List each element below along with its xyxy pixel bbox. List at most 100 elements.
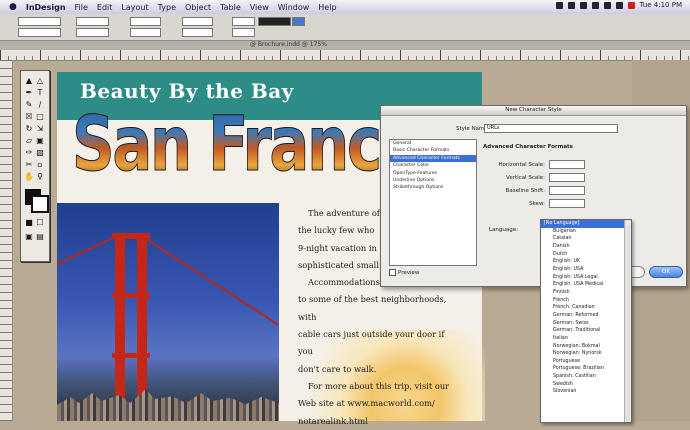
baseline-shift-field[interactable] bbox=[232, 17, 255, 26]
apply-color-icon[interactable]: ■ bbox=[24, 217, 34, 227]
scissors-tool-icon[interactable]: ✂ bbox=[24, 159, 34, 169]
language-dropdown[interactable]: [No Language] Bulgarian Catalan Danish D… bbox=[540, 219, 632, 423]
menu-file[interactable]: File bbox=[75, 3, 88, 12]
hand-tool-icon[interactable]: ✋ bbox=[24, 171, 34, 181]
language-option[interactable]: German: Reformed bbox=[541, 312, 631, 320]
menu-edit[interactable]: Edit bbox=[97, 3, 113, 12]
language-option[interactable]: Italian bbox=[541, 335, 631, 343]
category-character-color[interactable]: Character Color bbox=[390, 162, 476, 169]
checkbox-box[interactable] bbox=[389, 269, 396, 276]
tracking-field[interactable] bbox=[130, 28, 161, 37]
language-option[interactable]: Bulgarian bbox=[541, 228, 631, 236]
selection-tool-icon[interactable]: ▲ bbox=[24, 75, 34, 85]
dialog-title[interactable]: New Character Style bbox=[381, 106, 686, 116]
font-size-field[interactable] bbox=[76, 17, 109, 26]
rectangle-tool-icon[interactable]: □ bbox=[35, 111, 45, 121]
language-option[interactable]: English: UK bbox=[541, 258, 631, 266]
baseline-shift-input[interactable] bbox=[549, 186, 585, 195]
horizontal-scale-input[interactable] bbox=[549, 160, 585, 169]
language-option[interactable]: Catalan bbox=[541, 235, 631, 243]
pencil-tool-icon[interactable]: ✎ bbox=[24, 99, 34, 109]
category-list[interactable]: General Basic Character Formats Advanced… bbox=[389, 139, 477, 266]
language-option[interactable]: Danish bbox=[541, 243, 631, 251]
free-transform-tool-icon[interactable]: ▣ bbox=[35, 135, 45, 145]
status-icon[interactable] bbox=[603, 1, 611, 9]
swatch-icon[interactable] bbox=[292, 17, 305, 26]
zoom-tool-icon[interactable]: ⚲ bbox=[35, 171, 45, 181]
language-option[interactable]: Spanish: Castilian bbox=[541, 373, 631, 381]
menu-type[interactable]: Type bbox=[158, 3, 176, 12]
menu-layout[interactable]: Layout bbox=[121, 3, 148, 12]
menu-help[interactable]: Help bbox=[318, 3, 336, 12]
horizontal-ruler[interactable] bbox=[0, 50, 690, 61]
stroke-weight-field[interactable] bbox=[258, 17, 291, 26]
leading-field[interactable] bbox=[76, 28, 109, 37]
preview-view-icon[interactable]: ▤ bbox=[35, 231, 45, 241]
language-option[interactable]: Slovenian bbox=[541, 388, 631, 396]
shear-tool-icon[interactable]: ▱ bbox=[24, 135, 34, 145]
language-option[interactable]: Norwegian: Nynorsk bbox=[541, 350, 631, 358]
category-underline-options[interactable]: Underline Options bbox=[390, 177, 476, 184]
button-tool-icon[interactable]: ▫ bbox=[35, 159, 45, 169]
menu-indesign[interactable]: InDesign bbox=[26, 3, 66, 12]
status-icon[interactable] bbox=[567, 1, 575, 9]
status-icon[interactable] bbox=[555, 1, 563, 9]
font-family-field[interactable] bbox=[18, 17, 61, 26]
pen-tool-icon[interactable]: ✒ bbox=[24, 87, 34, 97]
menu-object[interactable]: Object bbox=[185, 3, 211, 12]
menu-view[interactable]: View bbox=[250, 3, 269, 12]
apply-none-icon[interactable]: ☐ bbox=[35, 217, 45, 227]
clock[interactable]: Tue 4:10 PM bbox=[640, 1, 682, 9]
skew-input[interactable] bbox=[549, 199, 585, 208]
ok-button[interactable]: OK bbox=[649, 266, 683, 278]
rotate-tool-icon[interactable]: ↻ bbox=[24, 123, 34, 133]
status-icon[interactable] bbox=[591, 1, 599, 9]
direct-selection-tool-icon[interactable]: △ bbox=[35, 75, 45, 85]
skew-field[interactable] bbox=[232, 28, 255, 37]
vertical-scale-input[interactable] bbox=[549, 173, 585, 182]
stroke-swatch-icon[interactable] bbox=[31, 195, 49, 213]
kerning-field[interactable] bbox=[130, 17, 161, 26]
horizontal-scale-field[interactable] bbox=[182, 28, 213, 37]
menu-table[interactable]: Table bbox=[220, 3, 241, 12]
golden-gate-photo[interactable] bbox=[57, 203, 279, 421]
language-option[interactable]: French: Canadian bbox=[541, 304, 631, 312]
category-advanced-character-formats[interactable]: Advanced Character Formats bbox=[390, 154, 476, 163]
language-option[interactable]: German: Traditional bbox=[541, 327, 631, 335]
font-style-field[interactable] bbox=[18, 28, 61, 37]
language-option[interactable]: French bbox=[541, 297, 631, 305]
category-general[interactable]: General bbox=[390, 140, 476, 147]
volume-icon[interactable] bbox=[627, 1, 635, 9]
language-option[interactable]: Portuguese: Brazilian bbox=[541, 365, 631, 373]
normal-view-icon[interactable]: ▣ bbox=[24, 231, 34, 241]
language-option[interactable]: Swedish bbox=[541, 381, 631, 389]
language-option[interactable]: German: Swiss bbox=[541, 320, 631, 328]
rectangle-frame-tool-icon[interactable]: ☒ bbox=[24, 111, 34, 121]
gradient-tool-icon[interactable]: ▨ bbox=[35, 147, 45, 157]
preview-checkbox[interactable]: Preview bbox=[389, 269, 419, 276]
scale-tool-icon[interactable]: ⇲ bbox=[35, 123, 45, 133]
language-option[interactable]: Finnish bbox=[541, 289, 631, 297]
style-name-input[interactable]: URLs bbox=[484, 124, 618, 133]
language-option[interactable]: English: USA Medical bbox=[541, 281, 631, 289]
status-icon[interactable] bbox=[615, 1, 623, 9]
language-option[interactable]: Norwegian: Bokmal bbox=[541, 343, 631, 351]
category-strikethrough-options[interactable]: Strikethrough Options bbox=[390, 184, 476, 191]
menu-window[interactable]: Window bbox=[278, 3, 310, 12]
type-tool-icon[interactable]: T bbox=[35, 87, 45, 97]
status-icon[interactable] bbox=[579, 1, 587, 9]
language-option[interactable]: English: USA Legal bbox=[541, 274, 631, 282]
language-option[interactable]: Dutch bbox=[541, 251, 631, 259]
category-opentype-features[interactable]: OpenType Features bbox=[390, 170, 476, 177]
apple-menu-icon[interactable]: ● bbox=[9, 2, 17, 12]
language-option[interactable]: English: USA bbox=[541, 266, 631, 274]
dropdown-arrow-icon[interactable]: ▼ bbox=[626, 221, 630, 227]
language-option[interactable]: [No Language] bbox=[541, 220, 631, 228]
eyedropper-tool-icon[interactable]: ✑ bbox=[24, 147, 34, 157]
dropdown-scrollbar[interactable] bbox=[624, 220, 631, 422]
vertical-scale-field[interactable] bbox=[182, 17, 213, 26]
line-tool-icon[interactable]: ∕ bbox=[35, 99, 45, 109]
category-basic-character-formats[interactable]: Basic Character Formats bbox=[390, 147, 476, 154]
language-option[interactable]: Portuguese bbox=[541, 358, 631, 366]
vertical-ruler[interactable] bbox=[0, 60, 13, 421]
